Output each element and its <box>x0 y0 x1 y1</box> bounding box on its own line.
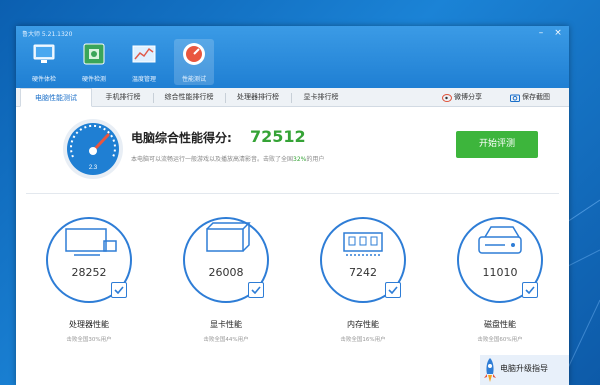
checkbox[interactable] <box>248 282 264 298</box>
checkbox[interactable] <box>111 282 127 298</box>
chip-board-icon <box>83 43 105 65</box>
memory-card-title: 内存性能 <box>347 320 379 329</box>
memory-score-value: 7242 <box>349 266 377 279</box>
tab-pc-performance[interactable]: 电脑性能测试 <box>20 88 92 107</box>
section-divider <box>26 193 559 194</box>
tab-cpu-ranking[interactable]: 处理器排行榜 <box>226 88 290 107</box>
nav-hardware-detect[interactable]: 硬件检测 <box>74 39 114 85</box>
speedometer-icon: 2.3 <box>63 119 123 179</box>
disk-card-title: 磁盘性能 <box>484 320 516 329</box>
score-description: 本电脑可以流畅运行一般游戏以及播放高清影音。击败了全国32%的用户 <box>131 156 325 163</box>
beat-percent: 32% <box>293 156 307 163</box>
tab-gpu-ranking[interactable]: 显卡排行榜 <box>292 88 350 107</box>
checkmark-icon <box>251 286 261 294</box>
memory-chip-icon <box>343 232 383 256</box>
temperature-chart-icon <box>132 45 156 63</box>
disk-drive-icon <box>478 226 522 254</box>
memory-score-card[interactable]: 7242 内存性能 击败全国16%用户 <box>318 215 408 375</box>
nav-label: 性能测试 <box>181 76 206 83</box>
disk-score-value: 11010 <box>482 266 518 279</box>
cpu-card-subtitle: 击败全国30%用户 <box>66 337 112 343</box>
camera-icon <box>510 94 520 102</box>
gauge-text: 2.3 <box>89 165 98 171</box>
start-benchmark-button[interactable]: 开始评测 <box>456 131 538 158</box>
weibo-share-button[interactable]: 微博分享 <box>442 88 482 107</box>
score-label: 电脑综合性能得分: <box>131 131 232 145</box>
checkmark-icon <box>388 286 398 294</box>
gpu-score-value: 26008 <box>208 266 244 279</box>
nav-performance-test[interactable]: 性能测试 <box>174 39 214 85</box>
minimize-button[interactable]: – <box>534 28 548 39</box>
checkbox[interactable] <box>522 282 538 298</box>
monitor-icon <box>65 228 117 256</box>
score-panel: 2.3 电脑综合性能得分: 72512 本电脑可以流畅运行一般游戏以及播放高清影… <box>16 107 569 193</box>
tab-phone-ranking[interactable]: 手机排行榜 <box>94 88 152 107</box>
monitor-icon <box>33 44 55 63</box>
nav-label: 硬件体检 <box>31 76 56 83</box>
memory-card-subtitle: 击败全国16%用户 <box>340 337 386 343</box>
speed-gauge-icon <box>183 43 205 65</box>
gpu-score-card[interactable]: 26008 显卡性能 击败全国44%用户 <box>181 215 271 375</box>
weibo-share-label: 微博分享 <box>454 93 482 101</box>
checkbox[interactable] <box>385 282 401 298</box>
score-value: 72512 <box>250 127 306 146</box>
gpu-cube-icon <box>206 222 251 252</box>
nav-label: 硬件检测 <box>81 76 106 83</box>
tab-bar: 电脑性能测试 手机排行榜 综合性能排行榜 处理器排行榜 显卡排行榜 微博分享 保… <box>16 88 569 107</box>
checkmark-icon <box>525 286 535 294</box>
save-screenshot-button[interactable]: 保存截图 <box>510 88 550 107</box>
save-screenshot-label: 保存截图 <box>522 93 550 101</box>
cpu-score-card[interactable]: 28252 处理器性能 击败全国30%用户 <box>44 215 134 375</box>
close-button[interactable]: × <box>551 28 565 39</box>
weibo-icon <box>442 94 452 102</box>
gpu-card-subtitle: 击败全国44%用户 <box>203 337 249 343</box>
rocket-icon <box>484 358 496 382</box>
nav-label: 温度管理 <box>131 76 156 83</box>
nav-hardware-checkup[interactable]: 硬件体检 <box>24 39 64 85</box>
tab-overall-ranking[interactable]: 综合性能排行榜 <box>154 88 224 107</box>
cpu-score-value: 28252 <box>71 266 107 279</box>
upgrade-guide-button[interactable]: 电脑升级指导 <box>480 355 569 385</box>
title-bar: 鲁大师 5.21.1320 – × 硬件体检 硬件检测 温度管理 性能测试 <box>16 26 569 88</box>
app-window: 鲁大师 5.21.1320 – × 硬件体检 硬件检测 温度管理 性能测试 电脑… <box>16 26 569 385</box>
upgrade-guide-label: 电脑升级指导 <box>500 364 548 373</box>
nav-temperature[interactable]: 温度管理 <box>124 39 164 85</box>
checkmark-icon <box>114 286 124 294</box>
disk-card-subtitle: 击败全国60%用户 <box>477 337 523 343</box>
disk-score-card[interactable]: 11010 磁盘性能 击败全国60%用户 <box>455 215 545 375</box>
gpu-card-title: 显卡性能 <box>210 320 242 329</box>
cpu-card-title: 处理器性能 <box>69 320 109 329</box>
app-title: 鲁大师 5.21.1320 <box>22 31 73 38</box>
